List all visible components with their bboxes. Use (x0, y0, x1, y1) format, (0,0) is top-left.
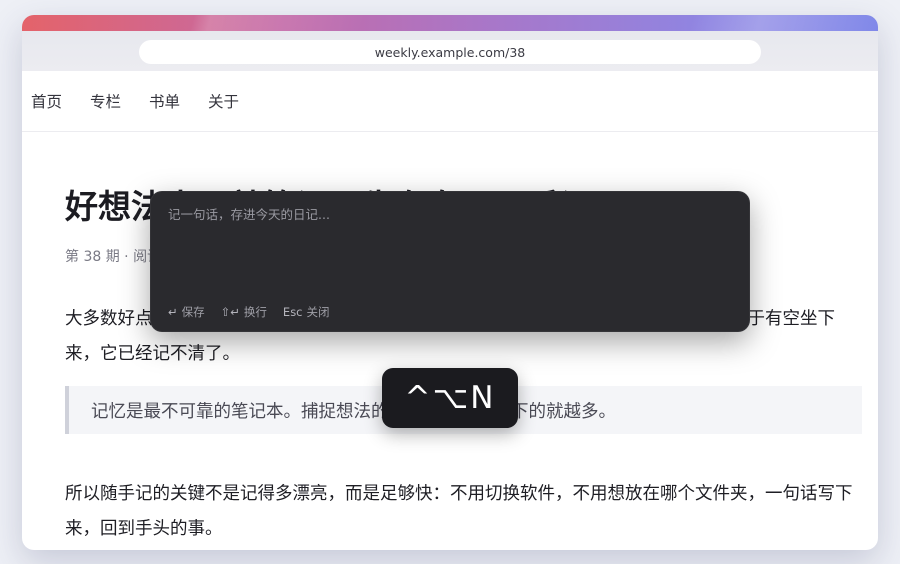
hint-label: 换行 (243, 305, 267, 319)
esc-key: Esc (282, 305, 303, 319)
hint-newline: ⇧↵ 换行 (221, 304, 267, 320)
shift-return-key-icon: ⇧↵ (220, 305, 240, 319)
browser-toolbar: weekly.example.com/38 (22, 15, 878, 71)
nav-item-columns[interactable]: 专栏 (90, 90, 121, 112)
address-bar[interactable]: weekly.example.com/38 (139, 40, 761, 64)
composer-hints: ↵ 保存 ⇧↵ 换行 Esc 关闭 (168, 304, 330, 320)
blockquote-text: 记忆是最不可靠的笔记本。捕捉想法的成本越低，你留下的就越多。 (91, 401, 616, 422)
shortcut-keys: ^⌥N (404, 380, 496, 416)
nav-item-booklist[interactable]: 书单 (149, 90, 180, 112)
nav-item-about[interactable]: 关于 (208, 90, 239, 112)
hint-label: 关闭 (306, 305, 330, 319)
site-nav: 首页 专栏 书单 关于 (22, 71, 878, 132)
hint-close: Esc 关闭 (283, 304, 330, 320)
address-url: weekly.example.com/38 (374, 44, 526, 60)
hint-save: ↵ 保存 (168, 304, 205, 320)
hint-label: 保存 (181, 305, 205, 319)
quick-note-composer: ↵ 保存 ⇧↵ 换行 Esc 关闭 (150, 191, 750, 332)
nav-item-home[interactable]: 首页 (31, 90, 62, 112)
keyboard-shortcut-overlay: ^⌥N (382, 368, 518, 428)
title-gradient-strip (22, 15, 878, 31)
return-key-icon: ↵ (168, 305, 178, 319)
quick-note-input[interactable] (168, 207, 728, 222)
article-paragraph-2: 所以随手记的关键不是记得多漂亮，而是足够快：不用切换软件，不用想放在哪个文件夹，… (65, 484, 853, 539)
